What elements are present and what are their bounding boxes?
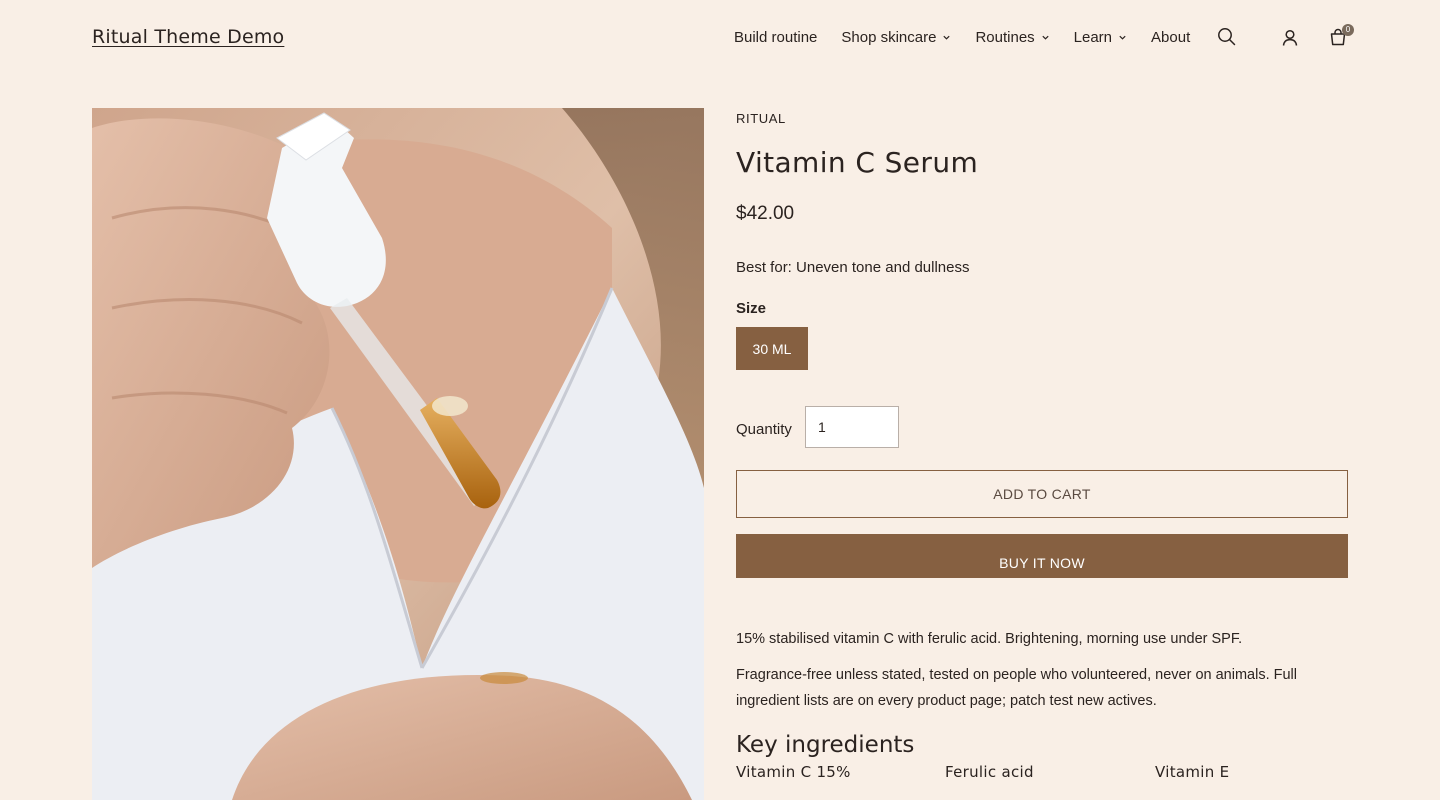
cart-count-badge: 0 — [1342, 24, 1354, 36]
key-ingredients-list: Vitamin C 15% Ferulic acid Vitamin E — [736, 763, 1348, 787]
product-image[interactable] — [92, 108, 704, 800]
product-price: $42.00 — [736, 203, 795, 224]
nav-item-label: Learn — [1073, 29, 1113, 46]
nav-item-label: Shop skincare — [841, 29, 937, 46]
chevron-down-icon — [1119, 35, 1126, 40]
header-icons — [1216, 26, 1356, 50]
nav-item-learn[interactable]: Learn — [1074, 29, 1127, 46]
search-icon[interactable] — [1216, 26, 1238, 48]
key-ingredients-heading: Key ingredients — [736, 732, 915, 758]
site-header: Ritual Theme Demo Build routine Shop ski… — [0, 0, 1440, 76]
quantity-input[interactable] — [805, 406, 899, 448]
chevron-down-icon — [943, 35, 951, 40]
quantity-label: Quantity — [736, 421, 792, 438]
site-logo[interactable]: Ritual Theme Demo — [92, 26, 284, 48]
nav-item-label: Routines — [975, 29, 1035, 46]
size-option-30ml[interactable]: 30 ML — [736, 327, 808, 370]
product-description-short: 15% stabilised vitamin C with ferulic ac… — [736, 631, 1243, 647]
ingredient-item: Vitamin C 15% — [736, 763, 851, 781]
nav-item-label: Build routine — [734, 29, 818, 46]
main-nav: Build routine Shop skincare Routines Lea… — [734, 29, 1214, 46]
account-icon[interactable] — [1279, 27, 1301, 49]
buy-it-now-button[interactable]: BUY IT NOW — [736, 534, 1348, 578]
nav-item-about[interactable]: About — [1151, 29, 1190, 46]
ingredient-item: Vitamin E — [1155, 763, 1230, 781]
ingredient-item: Ferulic acid — [945, 763, 1034, 781]
size-label: Size — [736, 300, 767, 317]
product-description-policy: Fragrance-free unless stated, tested on … — [736, 667, 1297, 709]
product-photo — [92, 108, 704, 800]
nav-item-routines[interactable]: Routines — [975, 29, 1049, 46]
best-for-text: Best for: Uneven tone and dullness — [736, 259, 970, 276]
nav-item-build-routine[interactable]: Build routine — [734, 29, 817, 46]
product-title: Vitamin C Serum — [736, 146, 979, 179]
product-vendor: RITUAL — [736, 111, 786, 126]
nav-item-shop-skincare[interactable]: Shop skincare — [841, 29, 951, 46]
nav-item-label: About — [1151, 29, 1191, 46]
chevron-down-icon — [1042, 35, 1049, 40]
add-to-cart-button[interactable]: ADD TO CART — [736, 470, 1348, 518]
